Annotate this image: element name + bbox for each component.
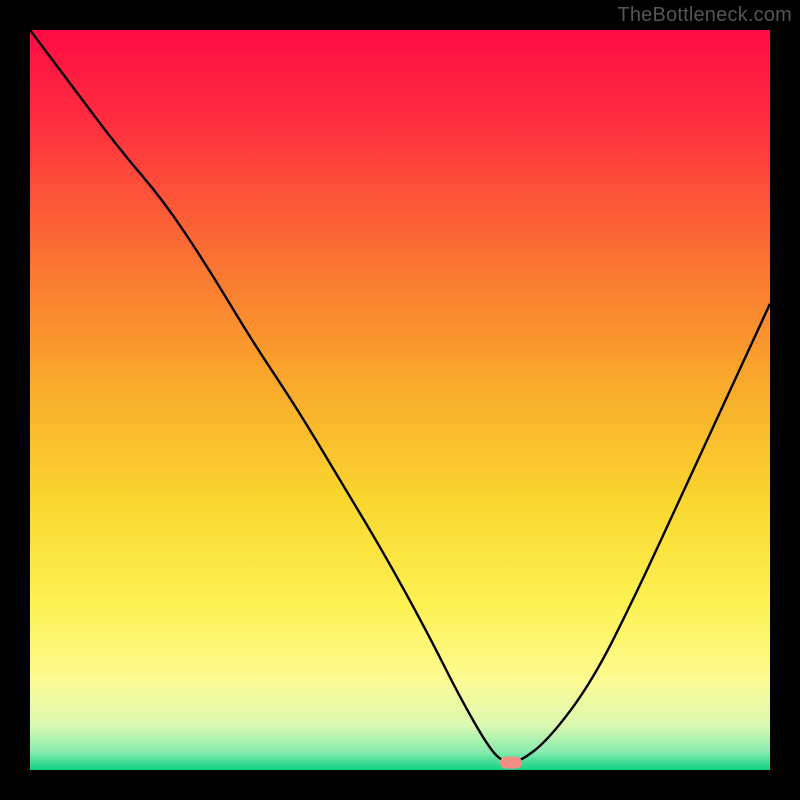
chart-frame: TheBottleneck.com	[0, 0, 800, 800]
gradient-rect	[30, 30, 770, 770]
watermark-text: TheBottleneck.com	[617, 4, 792, 27]
plot-area	[30, 30, 770, 770]
optimal-marker	[500, 757, 522, 769]
gradient-background	[30, 30, 770, 770]
